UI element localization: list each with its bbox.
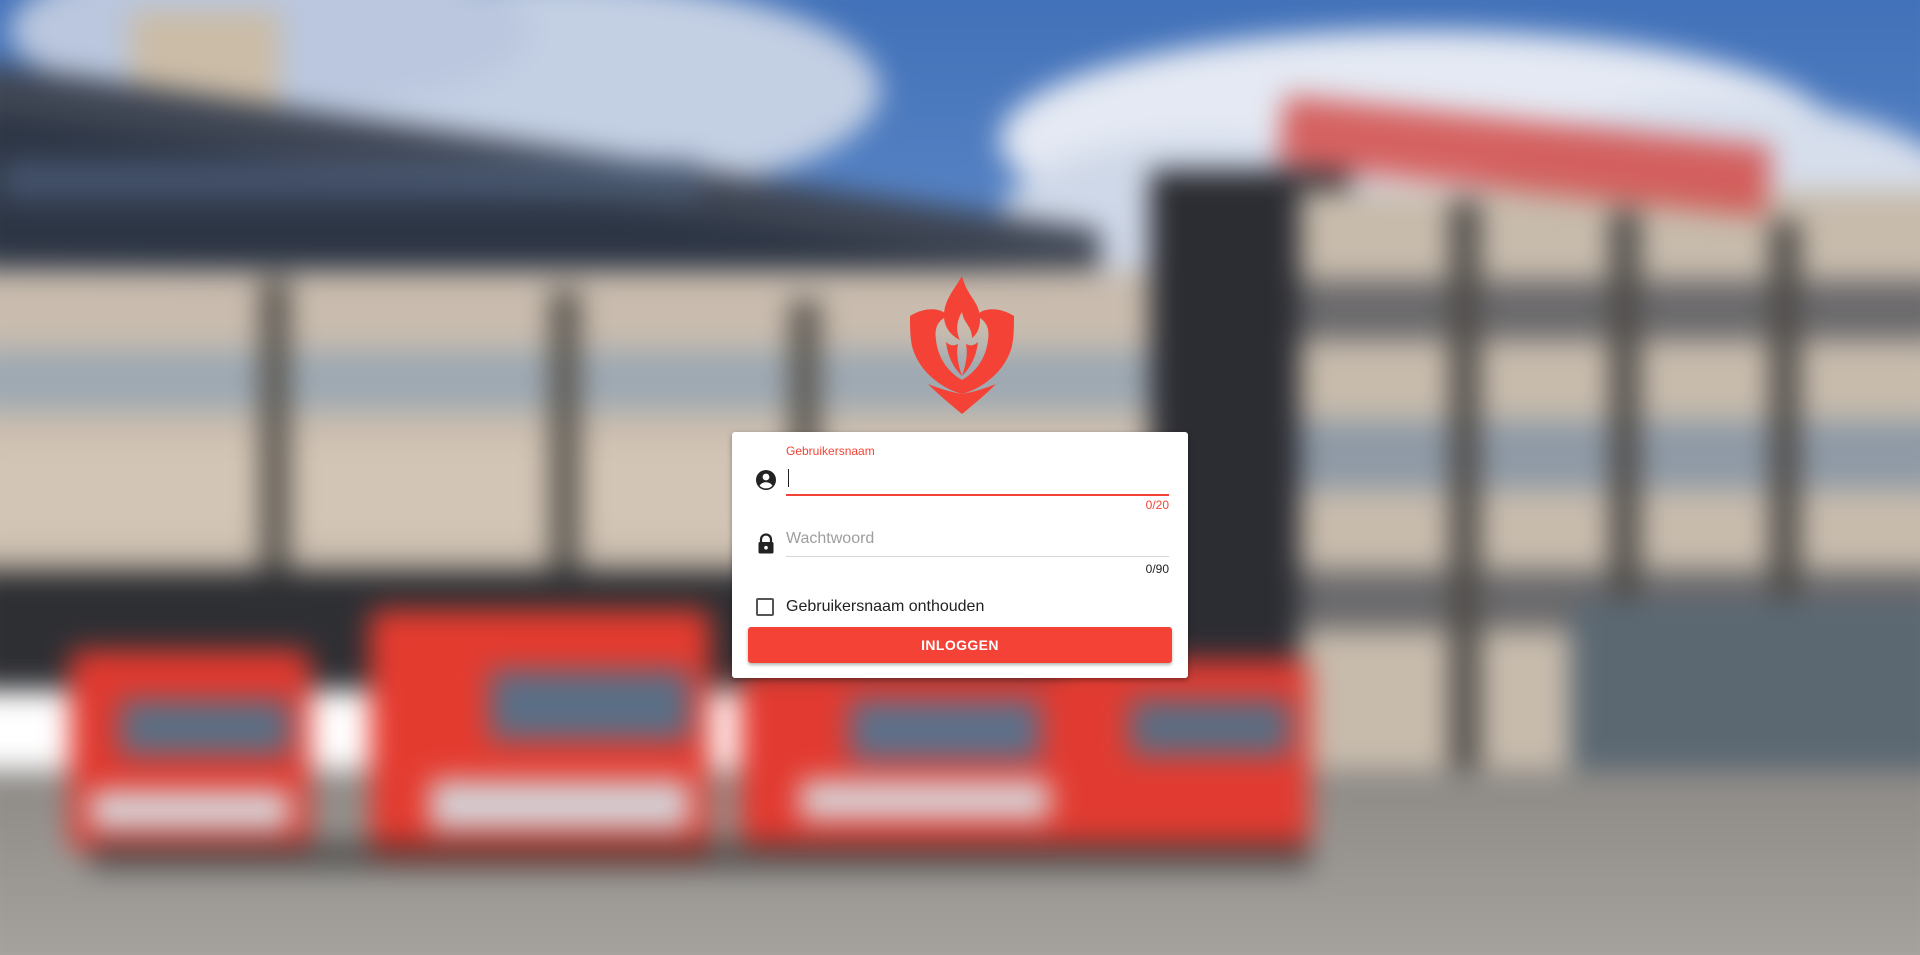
login-button[interactable]: INLOGGEN [748, 627, 1172, 663]
text-caret [788, 469, 789, 487]
username-field: Gebruikersnaam 0/20 [748, 442, 1172, 512]
password-input[interactable] [786, 524, 1169, 554]
remember-username-label: Gebruikersnaam onthouden [786, 598, 985, 615]
checkbox-box[interactable] [756, 598, 774, 616]
password-char-counter: 0/90 [1145, 562, 1169, 576]
lock-icon [754, 532, 778, 556]
username-input-wrapper [786, 462, 1169, 496]
brandweer-logo [900, 276, 1020, 414]
login-card: Gebruikersnaam 0/20 0/90 Gebruikersnaam … [732, 432, 1188, 678]
username-input[interactable] [786, 462, 1169, 492]
password-input-wrapper [786, 524, 1169, 557]
username-label: Gebruikersnaam [786, 444, 875, 458]
account-circle-icon [754, 468, 778, 492]
remember-username-checkbox[interactable]: Gebruikersnaam onthouden [756, 595, 984, 619]
password-field: 0/90 [748, 504, 1172, 576]
